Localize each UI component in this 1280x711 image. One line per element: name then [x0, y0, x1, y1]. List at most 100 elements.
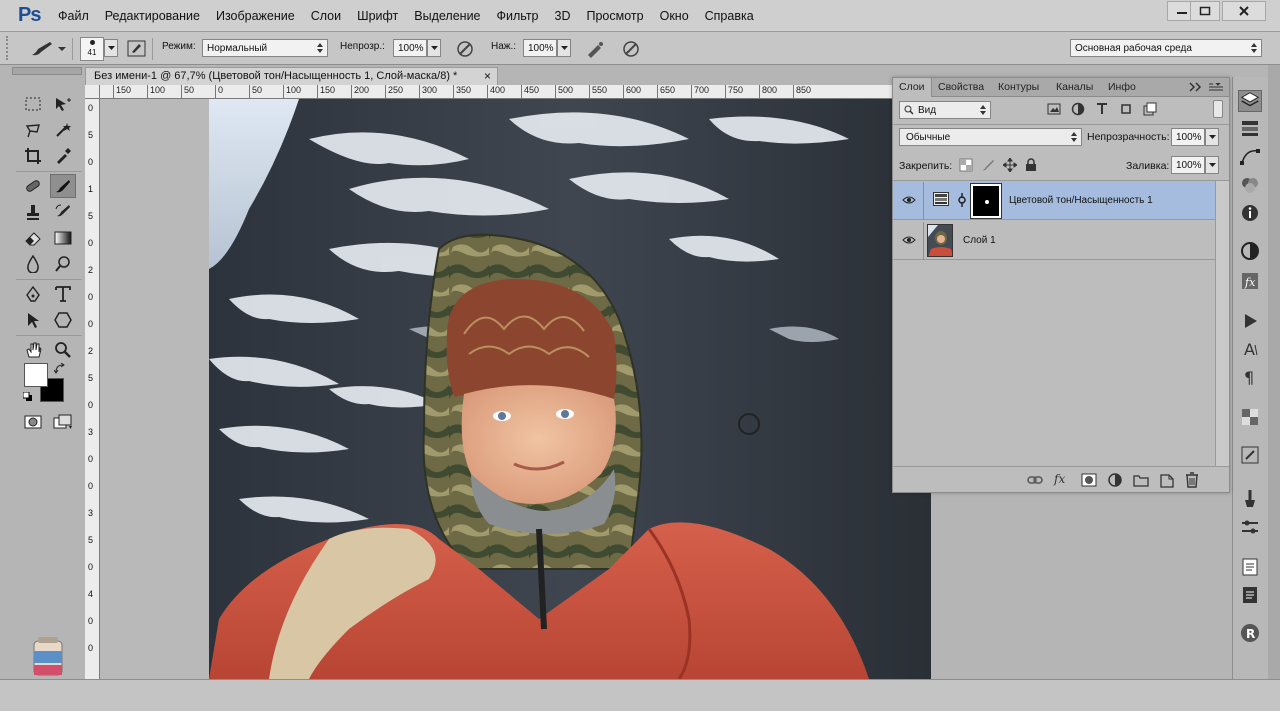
pressure-size-button[interactable] [620, 38, 642, 60]
tools-panel-header[interactable] [12, 67, 82, 75]
paragraph-icon[interactable]: ¶ [1238, 366, 1262, 388]
airbrush-button[interactable] [584, 38, 606, 60]
filter-pixel-button[interactable] [1047, 102, 1061, 116]
filter-shape-button[interactable] [1119, 102, 1133, 116]
add-mask-button[interactable] [1081, 473, 1097, 487]
eraser-tool[interactable] [20, 226, 46, 250]
document-close-button[interactable]: × [484, 69, 491, 83]
clipboard-icon[interactable] [1238, 584, 1262, 606]
marquee-tool[interactable] [20, 92, 46, 116]
clone-stamp-tool[interactable] [20, 200, 46, 224]
new-group-button[interactable] [1133, 473, 1149, 487]
shape-tool[interactable] [50, 308, 76, 332]
lasso-tool[interactable] [20, 118, 46, 142]
layer-row-layer-1[interactable]: Слой 1 [893, 221, 1215, 260]
r-logo-icon[interactable]: R [1238, 622, 1262, 644]
document-canvas[interactable] [209, 99, 931, 679]
zoom-tool[interactable] [50, 338, 76, 362]
hand-tool[interactable] [20, 338, 46, 362]
menu-item[interactable]: Фильтр [497, 9, 539, 23]
filter-toggle[interactable] [1213, 100, 1223, 118]
navigator-icon[interactable] [1238, 444, 1262, 466]
filter-smart-object-button[interactable] [1143, 102, 1157, 116]
brush-panel-toggle[interactable] [126, 39, 148, 59]
flow-input[interactable]: 100% [523, 39, 557, 57]
layer-opacity-input[interactable]: 100% [1171, 128, 1205, 146]
foreground-color-swatch[interactable] [24, 363, 48, 387]
horizontal-ruler[interactable]: 150 100 50 0 50 100 150 200 250 300 350 400 450 500 55… [100, 85, 895, 99]
lock-position-button[interactable] [1003, 158, 1017, 172]
layer-filter-select[interactable]: Вид [899, 101, 991, 119]
default-colors-button[interactable] [23, 392, 33, 402]
menu-item[interactable]: 3D [555, 9, 571, 23]
delete-layer-button[interactable] [1185, 472, 1199, 488]
fill-input[interactable]: 100% [1171, 156, 1205, 174]
menu-item[interactable]: Выделение [414, 9, 480, 23]
workspace-select[interactable]: Основная рабочая среда [1070, 39, 1262, 57]
brush-tool[interactable] [50, 174, 76, 198]
dodge-tool[interactable] [50, 252, 76, 276]
menu-item[interactable]: Справка [705, 9, 754, 23]
opacity-input[interactable]: 100% [393, 39, 427, 57]
menu-item[interactable]: Изображение [216, 9, 295, 23]
layer-thumbnail[interactable] [927, 224, 953, 257]
screen-mode-button[interactable] [50, 410, 76, 434]
info-icon[interactable] [1238, 202, 1262, 224]
brush-size-picker[interactable]: 41 [80, 37, 104, 61]
notes-icon[interactable] [1238, 556, 1262, 578]
tab-channels[interactable]: Каналы [1056, 81, 1093, 93]
tab-paths[interactable]: Контуры [998, 81, 1039, 93]
menu-item[interactable]: Шрифт [357, 9, 398, 23]
tab-properties[interactable]: Свойства [938, 81, 984, 93]
histogram-icon[interactable] [1238, 240, 1262, 262]
close-window-button[interactable] [1222, 1, 1266, 21]
move-tool[interactable] [50, 92, 76, 116]
tool-presets-icon[interactable] [1238, 516, 1262, 538]
brush-size-dropdown[interactable] [104, 39, 118, 57]
document-tab[interactable]: Без имени-1 @ 67,7% (Цветовой тон/Насыще… [85, 67, 498, 85]
collapse-panel-button[interactable] [1189, 82, 1203, 92]
filter-adjustment-button[interactable] [1071, 102, 1085, 116]
vertical-ruler[interactable]: 0 5 0 1 5 0 2 0 0 2 5 0 3 0 0 3 5 0 4 0 0 [85, 99, 100, 679]
link-layers-button[interactable] [1027, 473, 1043, 487]
tab-info[interactable]: Инфо [1108, 81, 1136, 93]
layer-opacity-dropdown[interactable] [1205, 128, 1219, 146]
fill-dropdown[interactable] [1205, 156, 1219, 174]
menu-item[interactable]: Редактирование [105, 9, 200, 23]
fx-icon[interactable]: fx [1053, 471, 1071, 487]
menu-item[interactable]: Файл [58, 9, 89, 23]
type-tool[interactable] [50, 282, 76, 306]
menu-item[interactable]: Просмотр [587, 9, 644, 23]
panel-menu-button[interactable] [1209, 83, 1223, 93]
new-adjustment-button[interactable] [1107, 473, 1123, 487]
opacity-dropdown[interactable] [427, 39, 441, 57]
chain-link-icon[interactable] [957, 192, 967, 208]
pen-tool[interactable] [20, 282, 46, 306]
adjustments-icon[interactable] [1238, 118, 1262, 140]
layers-scrollbar[interactable] [1215, 181, 1229, 466]
layers-icon[interactable] [1238, 90, 1262, 112]
swatches-icon[interactable] [1238, 406, 1262, 428]
flow-dropdown[interactable] [557, 39, 571, 57]
spot-healing-tool[interactable] [20, 174, 46, 198]
brush-icon[interactable] [1238, 488, 1262, 510]
lock-all-button[interactable] [1025, 158, 1037, 172]
eyedropper-tool[interactable] [50, 144, 76, 168]
photoshop-logo[interactable]: Ps [18, 4, 41, 27]
panel-dock-scrollbar[interactable] [1268, 65, 1280, 679]
layer-row-hue-saturation[interactable]: Цветовой тон/Насыщенность 1 [893, 181, 1215, 220]
actions-icon[interactable] [1238, 310, 1262, 332]
styles-icon[interactable]: fx [1238, 270, 1262, 292]
eye-icon[interactable] [901, 233, 917, 247]
quick-selection-tool[interactable] [50, 118, 76, 142]
blend-mode-select[interactable]: Обычные [899, 128, 1082, 146]
tool-preset-picker[interactable] [28, 39, 66, 59]
quick-mask-button[interactable] [20, 410, 46, 434]
lock-image-button[interactable] [981, 158, 995, 172]
eye-icon[interactable] [901, 193, 917, 207]
layer-mask-thumbnail[interactable] [970, 183, 1002, 219]
pressure-opacity-button[interactable] [454, 38, 476, 60]
crop-tool[interactable] [20, 144, 46, 168]
history-brush-tool[interactable] [50, 200, 76, 224]
paths-icon[interactable] [1238, 146, 1262, 168]
